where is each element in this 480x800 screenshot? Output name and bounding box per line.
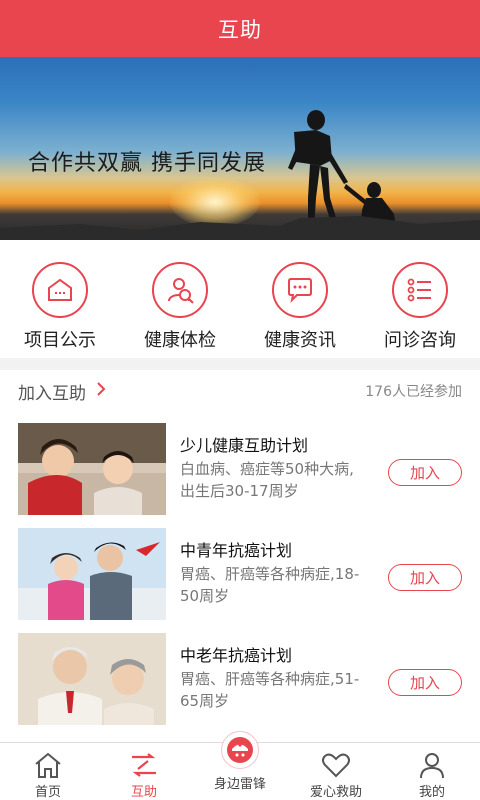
page-title: 互助 [218, 17, 262, 42]
health-check-icon [152, 262, 208, 318]
plan-title: 少儿健康互助计划 [180, 436, 309, 455]
quick-item-health-check[interactable]: 健康体检 [120, 262, 240, 352]
tab-mine[interactable]: 我的 [384, 749, 480, 800]
plan-item-senior[interactable]: 中老年抗癌计划 胃癌、肝癌等各种病症,51-65周岁 加入 [0, 622, 480, 727]
quick-item-label: 问诊咨询 [384, 330, 456, 351]
plan-list: 少儿健康互助计划 白血病、癌症等50种大病,出生后30-17周岁 加入 中青年抗… [0, 412, 480, 742]
plan-thumbnail-children [18, 423, 166, 515]
leifeng-icon [221, 731, 259, 769]
tab-charity[interactable]: 爱心救助 [288, 749, 384, 800]
user-icon [384, 749, 480, 781]
join-title-link[interactable]: 加入互助 [18, 379, 106, 404]
list-icon [392, 262, 448, 318]
heart-icon [288, 749, 384, 781]
tab-label: 爱心救助 [309, 785, 362, 800]
mutual-aid-icon [96, 749, 192, 781]
quick-item-consultation[interactable]: 问诊咨询 [360, 262, 480, 352]
chevron-right-icon [96, 381, 106, 402]
bottom-tab-bar: 首页 互助 身边雷锋 爱心救助 我的 [0, 731, 480, 800]
plan-description: 胃癌、肝癌等各种病症,51-65周岁 [180, 670, 360, 710]
quick-item-project-public[interactable]: 项目公示 [0, 262, 120, 352]
plan-title: 中老年抗癌计划 [180, 646, 293, 665]
plan-thumbnail-youth [18, 528, 166, 620]
join-section-header: 加入互助 176人已经参加 [0, 370, 480, 412]
tab-label: 互助 [130, 785, 157, 800]
banner-slogan: 合作共双赢 携手同发展 [28, 151, 266, 176]
quick-item-health-news[interactable]: 健康资讯 [240, 262, 360, 352]
join-button[interactable]: 加入 [388, 564, 462, 591]
rocky-ground [0, 216, 480, 240]
plan-description: 胃癌、肝癌等各种病症,18-50周岁 [180, 565, 360, 605]
plan-description: 白血病、癌症等50种大病,出生后30-17周岁 [180, 460, 354, 500]
tab-leifeng[interactable]: 身边雷锋 [209, 731, 271, 793]
plan-item-children[interactable]: 少儿健康互助计划 白血病、癌症等50种大病,出生后30-17周岁 加入 [0, 412, 480, 517]
tab-label: 身边雷锋 [213, 777, 266, 792]
quick-menu: 项目公示 健康体检 健康资讯 问诊咨询 [0, 240, 480, 358]
quick-item-label: 健康体检 [144, 330, 216, 351]
app-header: 互助 [0, 0, 480, 57]
join-button[interactable]: 加入 [388, 459, 462, 486]
house-icon [32, 262, 88, 318]
plan-item-youth[interactable]: 中青年抗癌计划 胃癌、肝癌等各种病症,18-50周岁 加入 [0, 517, 480, 622]
join-title: 加入互助 [18, 383, 86, 404]
plan-thumbnail-senior [18, 633, 166, 725]
tab-mutual-aid[interactable]: 互助 [96, 749, 192, 800]
banner-image[interactable]: 合作共双赢 携手同发展 [0, 57, 480, 240]
join-button[interactable]: 加入 [388, 669, 462, 696]
quick-item-label: 健康资讯 [264, 330, 336, 351]
tab-home[interactable]: 首页 [0, 749, 96, 800]
tab-label: 首页 [34, 785, 61, 800]
chat-bubble-icon [272, 262, 328, 318]
quick-item-label: 项目公示 [24, 330, 96, 351]
plan-title: 中青年抗癌计划 [180, 541, 293, 560]
tab-label: 我的 [418, 785, 445, 800]
home-icon [0, 749, 96, 781]
participant-count: 176人已经参加 [365, 384, 462, 400]
